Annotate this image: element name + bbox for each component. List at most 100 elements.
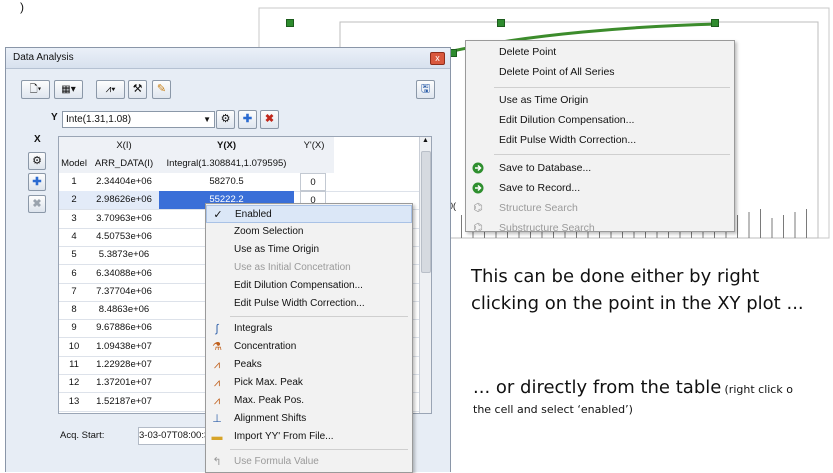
gear-icon: ⚙: [32, 155, 42, 167]
chevron-down-icon: ▼: [203, 115, 211, 124]
column-header[interactable]: [59, 137, 89, 155]
table-cell[interactable]: 1.22928e+07: [89, 356, 159, 374]
table-cell[interactable]: 2: [59, 191, 89, 210]
menu-item-peaks[interactable]: ⩘ Peaks: [206, 356, 412, 374]
table-cell[interactable]: 6.34088e+06: [89, 265, 159, 283]
add-x-button[interactable]: ✚: [28, 173, 46, 191]
column-header[interactable]: Y(X): [159, 137, 294, 155]
menu-separator: [494, 87, 730, 88]
xy-context-menu: Delete Point Delete Point of All Series …: [465, 40, 735, 232]
menu-item-use-as-initial-concentration[interactable]: Use as Initial Concetration: [206, 259, 412, 277]
menu-item-delete-point[interactable]: Delete Point: [466, 42, 734, 62]
table-cell[interactable]: 58270.5: [159, 173, 294, 191]
table-cell[interactable]: 3.70963e+06: [89, 210, 159, 228]
column-subheader[interactable]: [294, 155, 334, 173]
caption-fragment: ): [20, 0, 24, 14]
table-cell[interactable]: 2.34404e+06: [89, 173, 159, 191]
new-document-button[interactable]: 🗋▾: [21, 80, 50, 99]
menu-item-use-as-time-origin[interactable]: Use as Time Origin: [466, 90, 734, 110]
annotation-line-4: the cell and select ‘enabled’): [473, 403, 633, 416]
selection-handle[interactable]: [286, 19, 294, 27]
column-subheader[interactable]: ARR_DATA(I): [89, 155, 159, 173]
selection-handle[interactable]: [497, 19, 505, 27]
structure-icon: ⌬: [473, 202, 483, 214]
x-settings-button[interactable]: ⚙: [28, 152, 46, 170]
table-cell[interactable]: 5.3873e+06: [89, 246, 159, 264]
menu-item-use-formula-value[interactable]: ↰ Use Formula Value: [206, 453, 412, 471]
column-subheader[interactable]: Model: [59, 155, 89, 173]
remove-series-button[interactable]: ✖: [260, 110, 279, 129]
table-cell[interactable]: 1.09438e+07: [89, 338, 159, 356]
table-cell[interactable]: 5: [59, 246, 89, 264]
pick-peak-icon: ⩘: [213, 377, 221, 389]
table-cell[interactable]: 8.4863e+06: [89, 301, 159, 319]
menu-item-use-as-time-origin[interactable]: Use as Time Origin: [206, 241, 412, 259]
add-series-button[interactable]: ✚: [238, 110, 257, 129]
table-cell[interactable]: 12: [59, 374, 89, 392]
annotation-line-2: clicking on the point in the XY plot ...: [471, 293, 804, 314]
table-cell[interactable]: 0: [300, 173, 326, 191]
table-cell[interactable]: 11: [59, 356, 89, 374]
annotation-line-3-main: ... or directly from the table: [473, 377, 722, 398]
menu-item-alignment-shifts[interactable]: ⊥ Alignment Shifts: [206, 410, 412, 428]
table-cell[interactable]: 7: [59, 283, 89, 301]
menu-item-pick-max-peak[interactable]: ⩘ Pick Max. Peak: [206, 374, 412, 392]
integral-icon: ∫: [215, 323, 219, 335]
save-button[interactable]: 🖫: [416, 80, 435, 99]
menu-item-edit-dilution[interactable]: Edit Dilution Compensation...: [466, 110, 734, 130]
table-cell[interactable]: 4.50753e+06: [89, 228, 159, 246]
menu-item-edit-pulse-width[interactable]: Edit Pulse Width Correction...: [466, 130, 734, 150]
y-label: Y: [51, 112, 58, 123]
vertical-scrollbar[interactable]: ▲: [419, 137, 431, 413]
table-cell[interactable]: 6: [59, 265, 89, 283]
menu-item-enabled[interactable]: ✓ Enabled: [206, 205, 412, 223]
menu-item-max-peak-pos[interactable]: ⩘ Max. Peak Pos.: [206, 392, 412, 410]
menu-item-edit-pulse-width[interactable]: Edit Pulse Width Correction...: [206, 295, 412, 313]
y-series-select[interactable]: Inte(1.31,1.08) ▼: [62, 111, 215, 128]
y-series-select-value: Inte(1.31,1.08): [66, 114, 132, 125]
menu-item-concentration[interactable]: ⚗ Concentration: [206, 338, 412, 356]
menu-separator: [494, 154, 730, 155]
column-header[interactable]: X(I): [89, 137, 159, 155]
table-cell[interactable]: 10: [59, 338, 89, 356]
menu-item-edit-dilution[interactable]: Edit Dilution Compensation...: [206, 277, 412, 295]
menu-item-save-to-record[interactable]: Save to Record...: [466, 178, 734, 198]
table-cell[interactable]: 1.37201e+07: [89, 374, 159, 392]
table-cell[interactable]: 2.98626e+06: [89, 191, 159, 210]
table-cell[interactable]: 1.52187e+07: [89, 393, 159, 411]
table-cell[interactable]: 8: [59, 301, 89, 319]
table-cell[interactable]: 9: [59, 319, 89, 337]
table-view-button[interactable]: ▦▾: [54, 80, 83, 99]
column-header[interactable]: Y'(X): [294, 137, 334, 155]
table-cell[interactable]: 7.37704e+06: [89, 283, 159, 301]
table-cell[interactable]: 3: [59, 210, 89, 228]
table-cell[interactable]: 1: [59, 173, 89, 191]
column-subheader[interactable]: Integral(1.308841,1.079595): [159, 155, 294, 173]
plus-icon: ✚: [242, 113, 253, 125]
settings-tool-button[interactable]: ⚒: [128, 80, 147, 99]
selection-handle[interactable]: [711, 19, 719, 27]
table-cell[interactable]: 13: [59, 393, 89, 411]
edit-tool-button[interactable]: ✎: [152, 80, 171, 99]
plus-icon: ✚: [32, 176, 42, 188]
y-settings-button[interactable]: ⚙: [216, 110, 235, 129]
table-cell[interactable]: 4: [59, 228, 89, 246]
menu-item-zoom-selection[interactable]: Zoom Selection: [206, 223, 412, 241]
menu-item-structure-search[interactable]: ⌬ Structure Search: [466, 198, 734, 218]
menu-item-delete-point-all-series[interactable]: Delete Point of All Series: [466, 62, 734, 82]
close-button[interactable]: x: [430, 52, 445, 65]
delete-icon: ✖: [32, 198, 42, 210]
plot-type-button[interactable]: ⩘▾: [96, 80, 125, 99]
menu-item-substructure-search[interactable]: ⌬ Substructure Search: [466, 218, 734, 231]
scroll-up-icon[interactable]: ▲: [421, 137, 430, 147]
acq-start-label: Acq. Start:: [60, 430, 105, 441]
remove-x-button[interactable]: ✖: [28, 195, 46, 213]
scrollbar-thumb[interactable]: [421, 151, 431, 273]
spectrum-icon: ⩘▾: [105, 84, 116, 95]
checkmark-icon: ✓: [213, 209, 223, 221]
menu-item-save-to-database[interactable]: Save to Database...: [466, 158, 734, 178]
table-cell[interactable]: 9.67886e+06: [89, 319, 159, 337]
menu-item-integrals[interactable]: ∫ Integrals: [206, 320, 412, 338]
max-peak-icon: ⩘: [213, 395, 221, 407]
menu-item-import-yy[interactable]: ▬ Import YY' From File...: [206, 428, 412, 446]
